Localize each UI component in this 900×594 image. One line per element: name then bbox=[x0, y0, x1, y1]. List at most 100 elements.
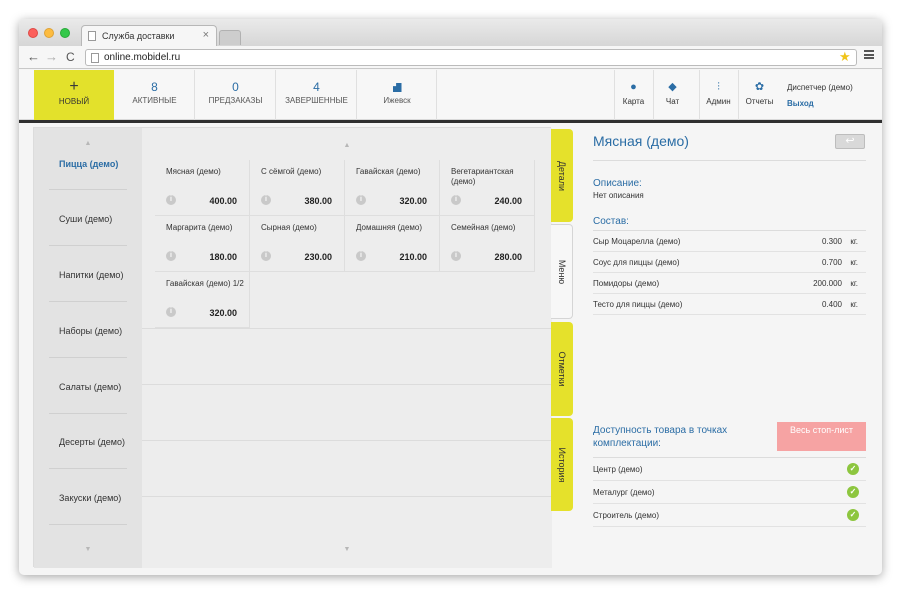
product-card[interactable]: Маргарита (демо) i 180.00 bbox=[155, 216, 250, 272]
page-icon bbox=[91, 53, 99, 63]
nav-reports-label: Отчеты bbox=[745, 97, 774, 106]
product-card[interactable]: Семейная (демо) i 280.00 bbox=[440, 216, 535, 272]
info-icon[interactable]: i bbox=[261, 195, 271, 205]
browser-tab[interactable]: Служба доставки × bbox=[81, 25, 217, 46]
product-name: Сырная (демо) bbox=[261, 223, 317, 232]
category-item[interactable]: Десерты (демо) bbox=[49, 413, 127, 469]
category-label: Суши (демо) bbox=[59, 214, 113, 224]
info-icon[interactable]: i bbox=[166, 195, 176, 205]
pickup-point-row: Строитель (демо) ✓ bbox=[593, 504, 866, 527]
nav-map-label: Карта bbox=[622, 97, 645, 106]
nav-admin-label: Админ bbox=[706, 97, 731, 106]
product-name: С сёмгой (демо) bbox=[261, 167, 322, 176]
info-icon[interactable]: i bbox=[261, 251, 271, 261]
category-item[interactable]: Наборы (демо) bbox=[49, 302, 127, 358]
category-item[interactable]: Суши (демо) bbox=[49, 190, 127, 246]
description-text: Нет описания bbox=[593, 191, 644, 200]
browser-menu-icon[interactable] bbox=[864, 50, 874, 59]
product-price: 400.00 bbox=[209, 196, 237, 206]
back-arrow-icon[interactable]: ← bbox=[27, 49, 40, 65]
product-price: 210.00 bbox=[399, 252, 427, 262]
category-label: Пицца (демо) bbox=[59, 159, 119, 169]
ingredient-unit: кг. bbox=[850, 237, 858, 246]
stoplist-button[interactable]: Весь стоп-лист bbox=[777, 422, 866, 451]
product-name: Семейная (демо) bbox=[451, 223, 516, 232]
city-icon bbox=[392, 83, 402, 92]
active-orders-button[interactable]: 8 АКТИВНЫЕ bbox=[115, 70, 195, 120]
category-item[interactable]: Салаты (демо) bbox=[49, 358, 127, 414]
tab-close-icon[interactable]: × bbox=[203, 29, 209, 41]
nav-admin-button[interactable]: ⫶ Админ bbox=[699, 70, 737, 120]
city-selector[interactable]: Ижевск bbox=[358, 70, 437, 120]
ingredient-qty: 0.300 bbox=[821, 237, 842, 246]
address-bar[interactable]: online.mobidel.ru bbox=[85, 49, 857, 66]
forward-arrow-icon[interactable]: → bbox=[45, 49, 58, 65]
tab-details[interactable]: Детали bbox=[551, 129, 573, 222]
product-card[interactable]: Гавайская (демо) 1/2 i 320.00 bbox=[155, 272, 250, 328]
logout-link[interactable]: Выход bbox=[787, 99, 814, 108]
category-item[interactable]: Напитки (демо) bbox=[49, 246, 127, 302]
tab-history[interactable]: История bbox=[551, 418, 573, 511]
product-name: Гавайская (демо) 1/2 bbox=[166, 279, 244, 288]
maximize-window-button[interactable] bbox=[60, 28, 70, 38]
nav-reports-button[interactable]: ✿ Отчеты bbox=[738, 70, 780, 120]
product-card[interactable]: Вегетариантская (демо) i 240.00 bbox=[440, 160, 535, 216]
products-scroll-down-icon[interactable]: ▼ bbox=[142, 546, 552, 553]
product-card[interactable]: Домашняя (демо) i 210.00 bbox=[345, 216, 440, 272]
browser-window: Служба доставки × ← → C online.mobidel.r… bbox=[19, 19, 882, 575]
info-icon[interactable]: i bbox=[166, 307, 176, 317]
tab-notes[interactable]: Отметки bbox=[551, 322, 573, 416]
info-icon[interactable]: i bbox=[451, 195, 461, 205]
tab-menu[interactable]: Меню bbox=[551, 224, 573, 319]
nav-chat-label: Чат bbox=[665, 97, 680, 106]
minimize-window-button[interactable] bbox=[44, 28, 54, 38]
product-card[interactable]: С сёмгой (демо) i 380.00 bbox=[250, 160, 345, 216]
category-label: Салаты (демо) bbox=[59, 382, 122, 392]
nav-chat-button[interactable]: ◆ Чат bbox=[653, 70, 691, 120]
new-order-button[interactable]: + НОВЫЙ bbox=[34, 70, 114, 120]
active-label: АКТИВНЫЕ bbox=[132, 96, 177, 105]
pickup-point-row: Металург (демо) ✓ bbox=[593, 481, 866, 504]
info-icon[interactable]: i bbox=[356, 195, 366, 205]
ingredient-name: Сыр Моцарелла (демо) bbox=[593, 237, 681, 246]
product-name: Домашняя (демо) bbox=[356, 223, 423, 232]
ingredient-qty: 0.400 bbox=[821, 300, 842, 309]
new-tab-button[interactable] bbox=[219, 30, 241, 45]
reload-icon[interactable]: C bbox=[66, 49, 75, 65]
category-item[interactable]: Пицца (демо) bbox=[49, 134, 127, 190]
document-icon bbox=[88, 31, 96, 41]
description-heading: Описание: bbox=[593, 178, 642, 189]
products-scroll-up-icon[interactable]: ▲ bbox=[142, 142, 552, 149]
sliders-icon: ⫶ bbox=[717, 81, 720, 93]
product-card[interactable]: Сырная (демо) i 230.00 bbox=[250, 216, 345, 272]
browser-navbar: ← → C online.mobidel.ru ★ bbox=[19, 46, 882, 69]
info-icon[interactable]: i bbox=[356, 251, 366, 261]
menu-panel: ▲ Пицца (демо) Суши (демо) Напитки (демо… bbox=[33, 127, 552, 568]
info-icon[interactable]: i bbox=[451, 251, 461, 261]
category-item[interactable]: Закуски (демо) bbox=[49, 469, 127, 525]
pickup-point-row: Центр (демо) ✓ bbox=[593, 458, 866, 481]
check-icon: ✓ bbox=[847, 463, 859, 475]
product-grid: ▲ Мясная (демо) i 400.00 С сёмгой (демо)… bbox=[142, 128, 552, 568]
product-name: Маргарита (демо) bbox=[166, 223, 233, 232]
product-price: 240.00 bbox=[494, 196, 522, 206]
back-button[interactable]: ↩ bbox=[835, 134, 865, 149]
bookmark-star-icon[interactable]: ★ bbox=[839, 49, 851, 65]
completed-orders-button[interactable]: 4 ЗАВЕРШЕННЫЕ bbox=[277, 70, 357, 120]
category-list: ▲ Пицца (демо) Суши (демо) Напитки (демо… bbox=[34, 128, 142, 568]
preorders-button[interactable]: 0 ПРЕДЗАКАЗЫ bbox=[196, 70, 276, 120]
ingredient-unit: кг. bbox=[850, 279, 858, 288]
pickup-point-name: Центр (демо) bbox=[593, 465, 643, 474]
tab-title: Служба доставки bbox=[102, 31, 175, 41]
composition-heading: Состав: bbox=[593, 216, 629, 227]
product-card[interactable]: Гавайская (демо) i 320.00 bbox=[345, 160, 440, 216]
plus-icon: + bbox=[69, 78, 79, 95]
ingredient-name: Тесто для пиццы (демо) bbox=[593, 300, 683, 309]
ingredient-qty: 0.700 bbox=[821, 258, 842, 267]
product-card[interactable]: Мясная (демо) i 400.00 bbox=[155, 160, 250, 216]
nav-map-button[interactable]: ● Карта bbox=[614, 70, 652, 120]
close-window-button[interactable] bbox=[28, 28, 38, 38]
categories-scroll-down-icon[interactable]: ▼ bbox=[34, 546, 142, 553]
info-icon[interactable]: i bbox=[166, 251, 176, 261]
product-price: 380.00 bbox=[304, 196, 332, 206]
